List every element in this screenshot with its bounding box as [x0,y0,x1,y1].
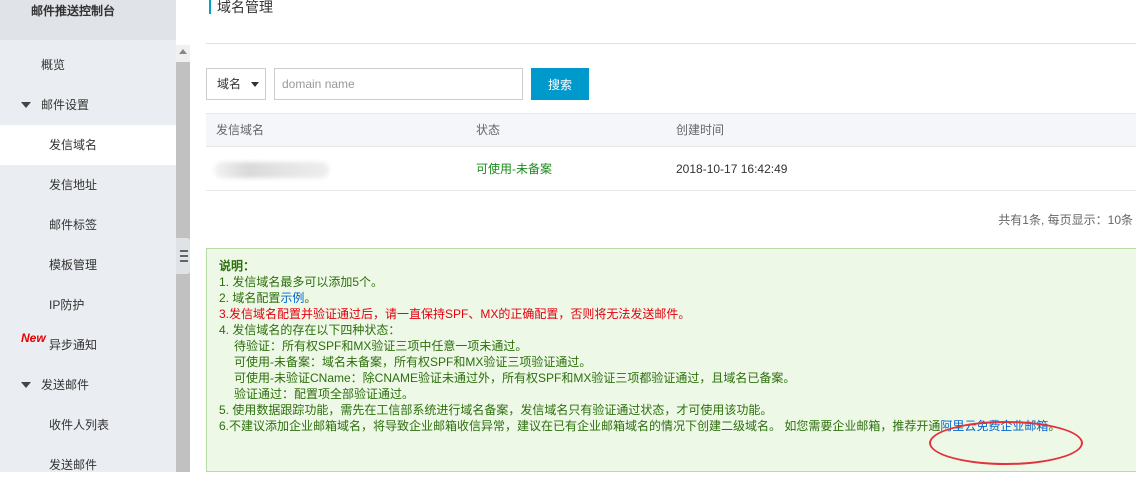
sidebar-group-send-mail[interactable]: 发送邮件 [0,365,176,405]
sidebar: 邮件推送控制台 概览 邮件设置 发信域名 发信地址 邮件标签 模板管理 IP防护… [0,0,176,472]
chevron-down-icon [251,82,259,87]
sidebar-item-recipient-lists[interactable]: 收件人列表 [0,405,176,445]
notice-line: 待验证：所有权SPF和MX验证三项中任意一项未通过。 [234,339,528,353]
caret-down-icon [21,102,31,108]
notice-line: 4. 发信域名的存在以下四种状态： [219,323,401,337]
status-cell: 可使用-未备案 [476,162,552,176]
sidebar-item-async-notify[interactable]: New 异步通知 [0,325,176,365]
sidebar-item-overview[interactable]: 概览 [0,45,176,85]
notice-line: 1. 发信域名最多可以添加5个。 [219,275,384,289]
sidebar-item-sending-domains[interactable]: 发信域名 [0,125,176,165]
sidebar-collapse-handle[interactable] [176,238,190,274]
sidebar-nav: 概览 邮件设置 发信域名 发信地址 邮件标签 模板管理 IP防护 New 异步通… [0,45,176,485]
scroll-up-arrow-icon[interactable] [179,49,187,54]
caret-down-icon [21,382,31,388]
column-header: 发信域名 [216,123,265,137]
column-header: 创建时间 [676,123,725,137]
notice-panel: 说明： 1. 发信域名最多可以添加5个。 2. 域名配置示例。 3.发信域名配置… [206,248,1136,472]
search-input[interactable] [274,68,523,100]
sidebar-item-mail-tags[interactable]: 邮件标签 [0,205,176,245]
notice-text: 2. 域名配置 [219,291,281,305]
column-header: 状态 [476,123,501,137]
domain-table: 发信域名 状态 创建时间 可使用-未备案 2018-10-17 16:42:49 [206,113,1136,191]
sidebar-item-ip-protection[interactable]: IP防护 [0,285,176,325]
search-type-select[interactable]: 域名 [206,68,266,100]
sidebar-group-mail-settings[interactable]: 邮件设置 [0,85,176,125]
notice-warning-line: 3.发信域名配置并验证通过后，请一直保持SPF、MX的正确配置，否则将无法发送邮… [219,307,691,321]
sidebar-group-label: 发送邮件 [41,378,90,392]
menu-icon-line [180,255,188,257]
notice-line: 验证通过：配置项全部验证通过。 [234,387,415,401]
search-button[interactable]: 搜索 [531,68,589,100]
sidebar-item-send-mail[interactable]: 发送邮件 [0,445,176,485]
page-header: 域名管理 [206,0,1136,44]
notice-text: 6.不建议添加企业邮箱域名，将导致企业邮箱收信异常，建议在已有企业邮箱域名的情况… [219,419,941,433]
notice-line: 可使用-未验证CName：除CNAME验证未通过外，所有权SPF和MX验证三项都… [234,371,796,385]
notice-line: 2. 域名配置示例。 [219,290,1136,306]
notice-line: 可使用-未备案：域名未备案，所有权SPF和MX验证三项验证通过。 [234,355,592,369]
page-title: 域名管理 [209,0,273,14]
example-link[interactable]: 示例 [280,291,304,305]
sidebar-item-templates[interactable]: 模板管理 [0,245,176,285]
sidebar-item-sending-addresses[interactable]: 发信地址 [0,165,176,205]
console-title: 邮件推送控制台 [0,0,176,40]
main-content: 域名管理 域名 搜索 发信域名 状态 创建时间 可使用-未备案 2018-10-… [206,0,1136,472]
notice-line: 5. 使用数据跟踪功能，需先在工信部系统进行域名备案，发信域名只有验证通过状态，… [219,403,773,417]
sidebar-item-label: 异步通知 [49,338,98,352]
menu-icon-line [180,260,188,262]
table-header: 发信域名 状态 创建时间 [206,113,1136,147]
pagination-info: 共有1条, 每页显示：10条 [998,213,1133,227]
menu-icon [180,250,188,252]
created-time-cell: 2018-10-17 16:42:49 [676,162,788,176]
redacted-domain [214,162,329,178]
table-row: 可使用-未备案 2018-10-17 16:42:49 [206,147,1136,191]
sidebar-group-label: 邮件设置 [41,98,90,112]
annotation-ellipse [929,421,1083,465]
notice-title: 说明： [219,259,256,273]
notice-text: 。 [304,291,317,305]
new-badge: New [21,331,46,345]
select-value: 域名 [217,77,242,91]
